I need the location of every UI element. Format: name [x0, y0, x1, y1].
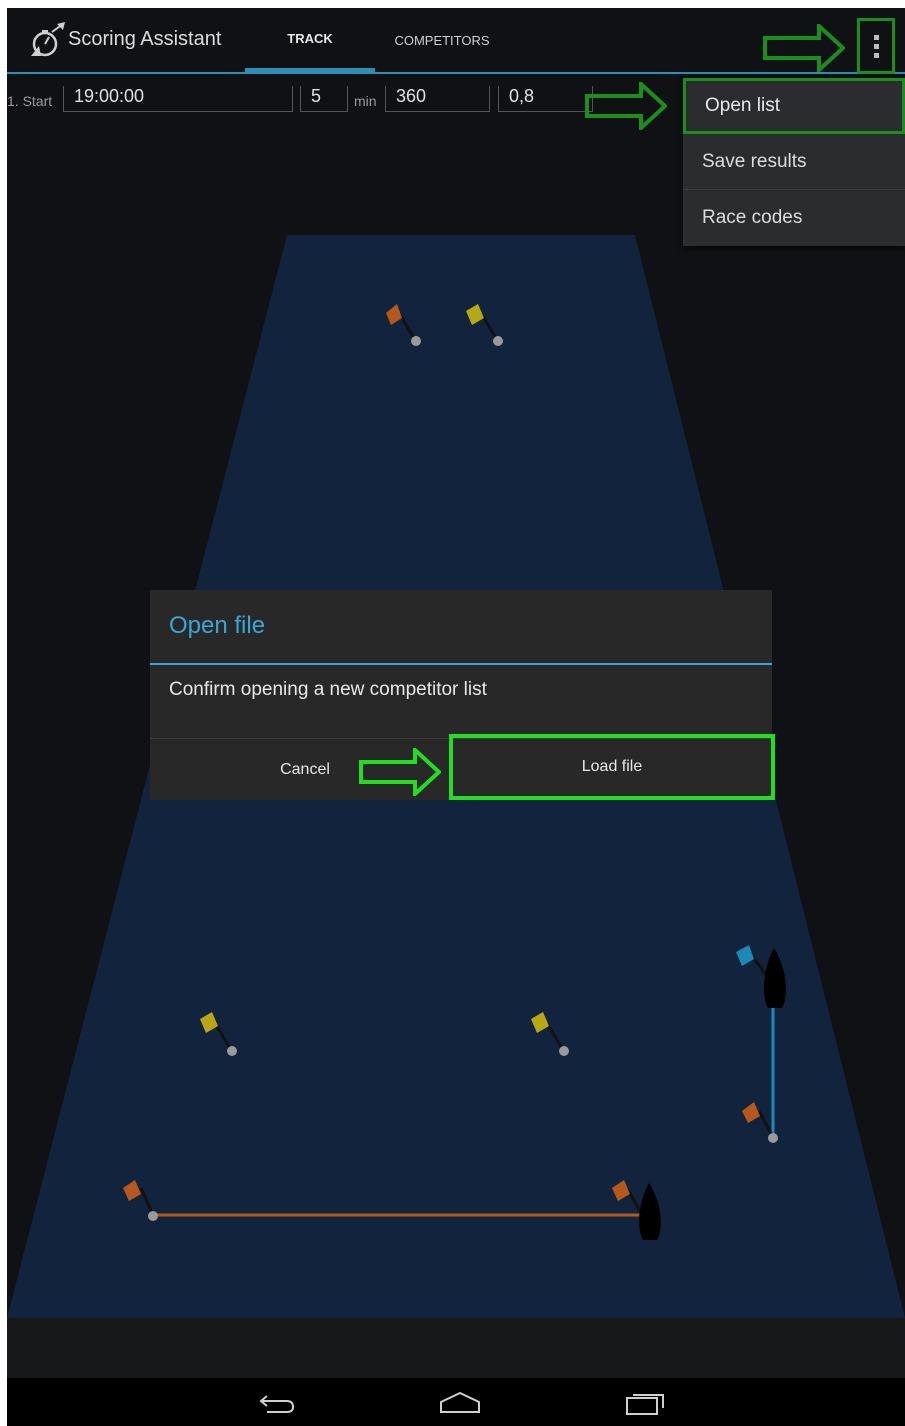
stopwatch-flag-icon[interactable] — [27, 22, 67, 58]
start-time-field[interactable]: 19:00:00 — [63, 86, 293, 112]
interval-unit-label: min — [354, 93, 377, 109]
overflow-popup-menu: Open list Save results Race codes — [683, 78, 905, 246]
system-nav-bar — [7, 1378, 905, 1426]
app-title: Scoring Assistant — [68, 28, 222, 50]
interval-field[interactable]: 5 — [300, 86, 348, 112]
tab-track[interactable]: TRACK — [245, 8, 375, 72]
bottom-bar — [7, 1318, 905, 1378]
annotation-arrow-open-list — [585, 82, 667, 130]
tab-competitors[interactable]: COMPETITORS — [377, 8, 507, 72]
recent-apps-icon[interactable] — [625, 1390, 667, 1416]
overflow-menu-button[interactable] — [857, 18, 895, 74]
factor-field[interactable]: 0,8 — [498, 86, 593, 112]
annotation-arrow-load-file — [359, 748, 441, 796]
load-file-button[interactable]: Load file — [449, 734, 775, 800]
menu-item-race-codes[interactable]: Race codes — [683, 190, 905, 246]
dialog-button-bar: Cancel Load file — [150, 734, 775, 801]
app-screen: Scoring Assistant TRACK COMPETITORS 1. S… — [7, 8, 905, 1426]
menu-item-save-results[interactable]: Save results — [683, 134, 905, 190]
open-file-dialog: Open file Confirm opening a new competit… — [150, 590, 775, 801]
distance-field[interactable]: 360 — [385, 86, 490, 112]
dialog-divider — [150, 663, 772, 665]
home-icon[interactable] — [439, 1390, 481, 1416]
overflow-menu-icon — [873, 34, 879, 40]
annotation-arrow-overflow — [763, 24, 845, 72]
menu-item-open-list[interactable]: Open list — [683, 78, 905, 134]
dialog-title: Open file — [169, 612, 266, 639]
start-label: 1. Start — [7, 93, 53, 109]
back-icon[interactable] — [257, 1390, 297, 1416]
dialog-message: Confirm opening a new competitor list — [169, 679, 487, 700]
